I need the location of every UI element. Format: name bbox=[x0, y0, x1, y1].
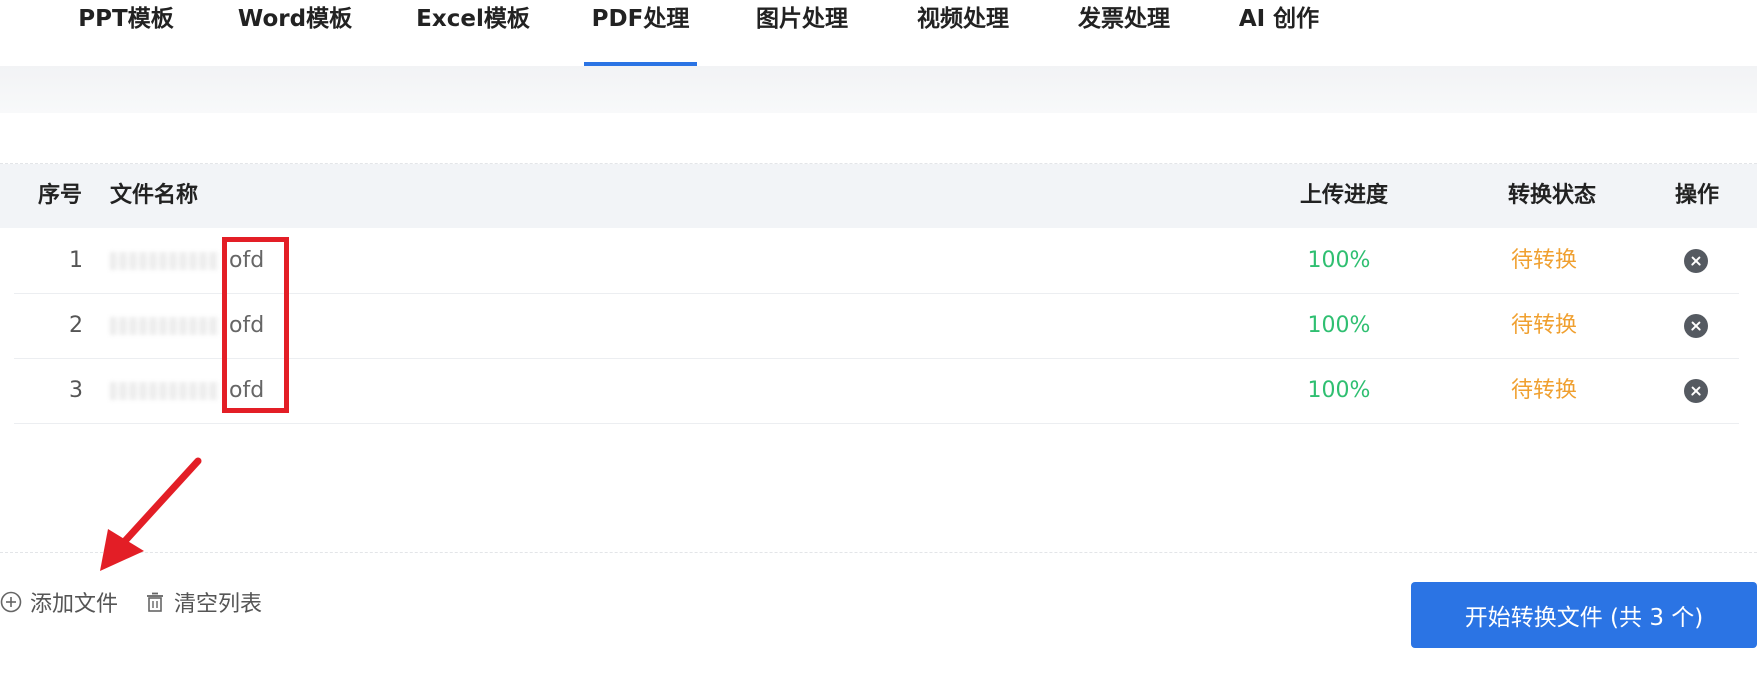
tab-image-processing[interactable]: 图片处理 bbox=[753, 0, 851, 66]
tab-label: 发票处理 bbox=[1078, 6, 1170, 32]
upload-progress: 100% bbox=[1307, 313, 1371, 338]
toolbar-band bbox=[0, 66, 1757, 113]
convert-status: 待转换 bbox=[1510, 378, 1577, 403]
remove-file-icon[interactable] bbox=[1684, 314, 1708, 338]
annotation-highlight-box bbox=[222, 237, 289, 413]
add-file-button[interactable]: 添加文件 bbox=[0, 586, 118, 618]
row-actions bbox=[1684, 379, 1708, 403]
redacted-file-name bbox=[110, 382, 220, 400]
tab-word-templates[interactable]: Word模板 bbox=[236, 0, 354, 66]
row-actions bbox=[1684, 249, 1708, 273]
header-operation: 操作 bbox=[1675, 183, 1720, 208]
tab-label: 视频处理 bbox=[917, 6, 1009, 32]
row-actions bbox=[1684, 314, 1708, 338]
clear-list-button[interactable]: 清空列表 bbox=[144, 586, 262, 618]
page: PPT模板 Word模板 Excel模板 PDF处理 图片处理 视频处理 发票处… bbox=[0, 0, 1757, 684]
redacted-file-name bbox=[110, 252, 220, 270]
remove-file-icon[interactable] bbox=[1684, 379, 1708, 403]
header-convert-status: 转换状态 bbox=[1508, 183, 1597, 208]
tab-label: 图片处理 bbox=[756, 6, 848, 32]
tab-invoice-processing[interactable]: 发票处理 bbox=[1075, 0, 1173, 66]
tab-pdf-processing[interactable]: PDF处理 bbox=[584, 0, 697, 66]
tab-label: Excel模板 bbox=[416, 6, 530, 32]
plus-circle-icon bbox=[0, 591, 22, 613]
tab-label: AI 创作 bbox=[1238, 6, 1320, 32]
tab-ai-creation[interactable]: AI 创作 bbox=[1237, 0, 1321, 66]
top-nav: PPT模板 Word模板 Excel模板 PDF处理 图片处理 视频处理 发票处… bbox=[0, 0, 1757, 66]
remove-file-icon[interactable] bbox=[1684, 249, 1708, 273]
clear-list-label: 清空列表 bbox=[174, 592, 263, 617]
header-file-name: 文件名称 bbox=[110, 183, 199, 208]
header-index: 序号 bbox=[38, 183, 83, 208]
start-conversion-label: 开始转换文件 (共 3 个) bbox=[1464, 605, 1704, 631]
header-upload-progress: 上传进度 bbox=[1300, 183, 1389, 208]
row-index: 1 bbox=[69, 248, 83, 273]
convert-status: 待转换 bbox=[1510, 248, 1577, 273]
trash-icon bbox=[147, 592, 163, 612]
start-conversion-button[interactable]: 开始转换文件 (共 3 个) bbox=[1411, 582, 1757, 648]
row-index: 3 bbox=[69, 378, 83, 403]
tab-label: Word模板 bbox=[237, 6, 353, 32]
annotation-arrow-icon bbox=[100, 457, 202, 571]
upload-progress: 100% bbox=[1307, 378, 1371, 403]
tab-video-processing[interactable]: 视频处理 bbox=[914, 0, 1012, 66]
tab-ppt-templates[interactable]: PPT模板 bbox=[77, 0, 175, 66]
add-file-label: 添加文件 bbox=[30, 592, 119, 617]
convert-status: 待转换 bbox=[1510, 313, 1577, 338]
table-header: 序号 文件名称 上传进度 转换状态 操作 bbox=[0, 164, 1757, 228]
tab-excel-templates[interactable]: Excel模板 bbox=[416, 0, 530, 66]
upload-progress: 100% bbox=[1307, 248, 1371, 273]
tab-label: PDF处理 bbox=[591, 6, 690, 32]
row-index: 2 bbox=[69, 313, 83, 338]
redacted-file-name bbox=[110, 317, 220, 335]
tab-label: PPT模板 bbox=[78, 6, 174, 32]
